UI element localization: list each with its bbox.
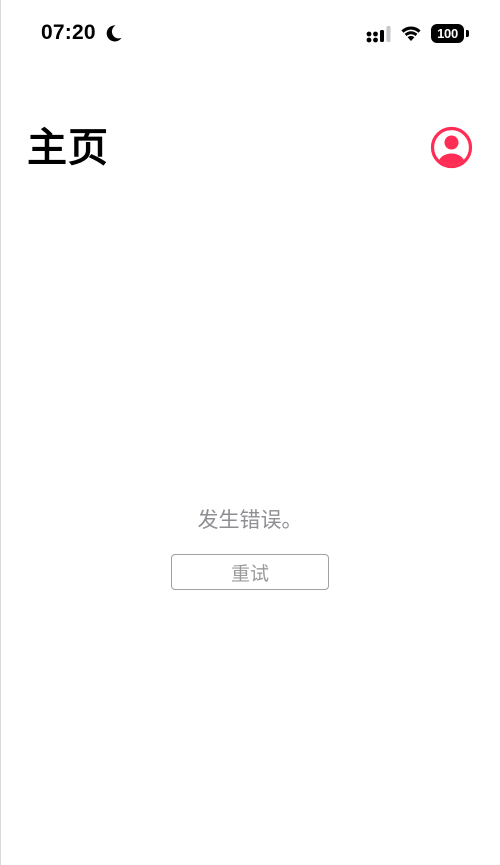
battery-tip: [466, 30, 469, 37]
battery-body: 100: [431, 24, 464, 43]
battery-indicator: 100: [431, 24, 469, 43]
person-circle-icon: [430, 126, 473, 169]
wifi-icon: [401, 26, 421, 41]
moon-icon: [106, 25, 122, 42]
retry-button[interactable]: 重试: [171, 554, 329, 590]
status-time: 07:20: [41, 21, 96, 44]
cellular-signal-icon: [366, 26, 391, 43]
status-bar: 07:20 100: [0, 0, 500, 66]
page-title: 主页: [27, 125, 109, 171]
error-message: 发生错误。: [197, 508, 303, 532]
account-button[interactable]: [430, 126, 473, 169]
screen-edge: [0, 0, 1, 865]
battery-level: 100: [437, 26, 458, 41]
